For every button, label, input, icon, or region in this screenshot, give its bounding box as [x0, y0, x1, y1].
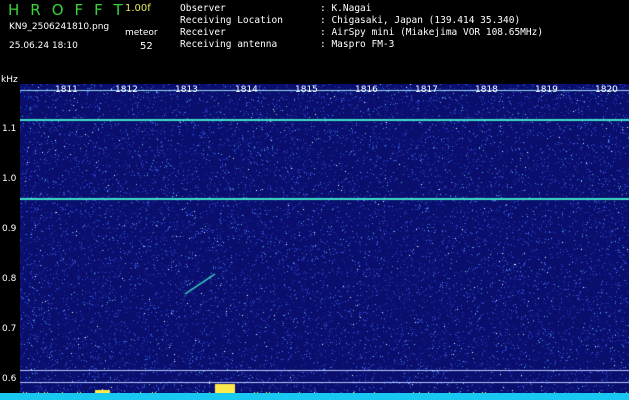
info-row-receiver: Receiver : AirSpy mini (Miakejima VOR 108…	[180, 27, 543, 39]
y-tick-label: 0.7	[2, 324, 17, 334]
info-label: Receiving Location	[180, 15, 283, 26]
info-value: : Maspro FM-3	[320, 39, 395, 50]
time-tick-label: 1819	[535, 85, 558, 95]
info-value: : Chigasaki, Japan (139.414 35.340)	[320, 15, 521, 26]
y-tick-label: 0.8	[2, 274, 17, 284]
time-tick-label: 1811	[55, 85, 78, 95]
file-name: KN9_2506241810.png	[9, 22, 110, 32]
info-label: Receiver	[180, 27, 226, 38]
time-tick-label: 1816	[355, 85, 378, 95]
spectrogram-noise	[20, 84, 629, 400]
info-row-antenna: Receiving antenna : Maspro FM-3	[180, 39, 543, 51]
info-label: Observer	[180, 3, 226, 14]
y-tick-label: 1.1	[2, 124, 17, 134]
station-info: Observer : K.Nagai Receiving Location : Ch…	[180, 3, 543, 51]
info-row-location: Receiving Location : Chigasaki, Japan (13…	[180, 15, 543, 27]
meteor-label: meteor	[125, 28, 158, 38]
y-axis-unit: kHz	[1, 75, 18, 85]
header-panel: HROFFT 1.00f KN9_2506241810.png meteor 2…	[0, 0, 629, 74]
info-row-observer: Observer : K.Nagai	[180, 3, 543, 15]
meteor-count: 52	[140, 41, 153, 52]
app-title: HROFFT	[8, 1, 134, 19]
info-label: Receiving antenna	[180, 39, 278, 50]
info-value: : AirSpy mini (Miakejima VOR 108.65MHz)	[320, 27, 544, 38]
info-value: : K.Nagai	[320, 3, 372, 14]
bottom-signal-band	[0, 393, 629, 400]
time-tick-label: 1814	[235, 85, 258, 95]
time-tick-label: 1817	[415, 85, 438, 95]
time-tick-label: 1818	[475, 85, 498, 95]
time-tick-label: 1815	[295, 85, 318, 95]
time-tick-label: 1812	[115, 85, 138, 95]
spectrogram-area[interactable]: 1811 1812 1813 1814 1815 1816 1817 1818 …	[20, 84, 629, 400]
time-tick-label: 1820	[595, 85, 618, 95]
date-time: 25.06.24 18:10	[9, 41, 78, 51]
version-label: 1.00f	[125, 3, 151, 14]
time-tick-label: 1813	[175, 85, 198, 95]
y-tick-label: 0.6	[2, 374, 17, 384]
y-tick-label: 1.0	[2, 174, 17, 184]
y-tick-label: 0.9	[2, 224, 17, 234]
